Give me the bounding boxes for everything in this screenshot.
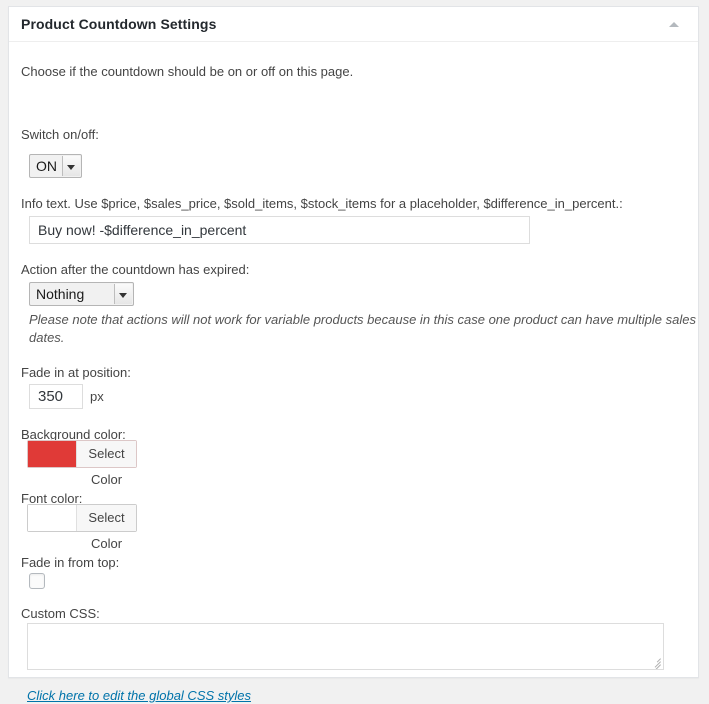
custom-css-textarea[interactable]	[27, 623, 664, 670]
font-color-button[interactable]: Select Color	[27, 504, 137, 532]
switch-label: Switch on/off:	[21, 127, 99, 143]
collapse-triangle-up-icon[interactable]	[660, 15, 688, 35]
global-css-link[interactable]: Click here to edit the global CSS styles	[27, 688, 251, 704]
info-text-input[interactable]	[29, 216, 530, 244]
font-color-swatch	[28, 505, 77, 531]
fade-from-top-checkbox[interactable]	[29, 573, 45, 589]
action-label: Action after the countdown has expired:	[21, 262, 249, 278]
chevron-down-icon	[62, 156, 80, 176]
triangle-glyph	[669, 22, 679, 27]
fade-position-unit: px	[90, 389, 104, 405]
switch-select-value: ON	[36, 155, 57, 177]
chevron-down-icon	[114, 284, 132, 304]
switch-select[interactable]: ON	[29, 154, 82, 178]
product-countdown-settings-panel: Product Countdown Settings Choose if the…	[8, 6, 699, 678]
custom-css-label: Custom CSS:	[21, 606, 100, 622]
intro-text: Choose if the countdown should be on or …	[21, 64, 353, 80]
font-color-button-label: Select Color	[77, 505, 136, 531]
background-color-button[interactable]: Select Color	[27, 440, 137, 468]
panel-header: Product Countdown Settings	[9, 7, 698, 42]
fade-position-label: Fade in at position:	[21, 365, 131, 381]
action-select-value: Nothing	[36, 283, 84, 305]
background-color-button-label: Select Color	[77, 441, 136, 467]
fade-position-input[interactable]	[29, 384, 83, 409]
background-color-swatch	[28, 441, 77, 467]
resize-handle-icon[interactable]	[649, 655, 661, 667]
fade-from-top-label: Fade in from top:	[21, 555, 119, 571]
page-title: Product Countdown Settings	[21, 16, 216, 32]
info-text-label: Info text. Use $price, $sales_price, $so…	[21, 196, 623, 212]
action-select[interactable]: Nothing	[29, 282, 134, 306]
action-note: Please note that actions will not work f…	[29, 311, 697, 347]
